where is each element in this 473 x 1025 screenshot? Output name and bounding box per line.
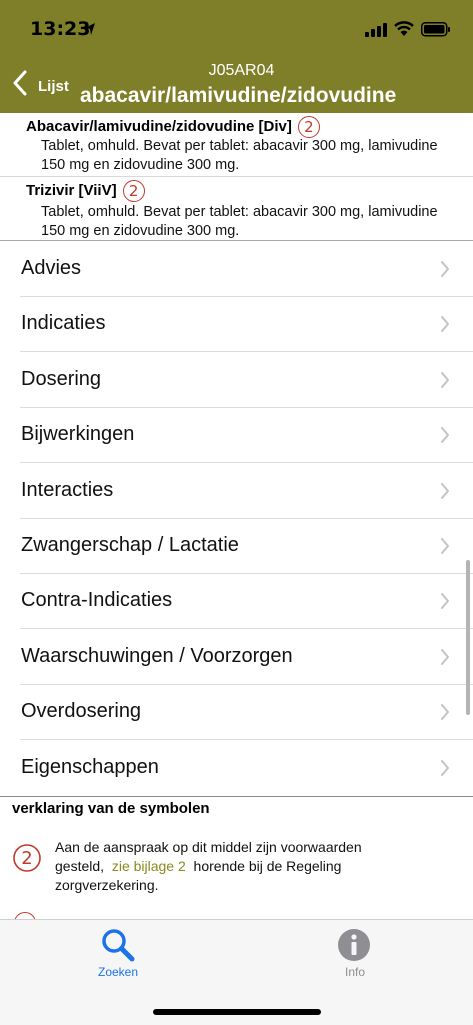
chevron-right-icon <box>441 372 449 388</box>
atc-code: J05AR04 <box>208 62 275 79</box>
product-entry: Trizivir [ViiV] 2 Tablet, omhuld. Bevat p… <box>0 177 473 240</box>
product-description: Tablet, omhuld. Bevat per tablet: abacav… <box>41 138 438 173</box>
menu-item-label: Overdosering <box>21 700 142 722</box>
menu-item-bijwerkingen[interactable]: Bijwerkingen <box>0 408 473 463</box>
legend-symbol-number: 2 <box>21 848 32 869</box>
wifi-icon <box>394 21 414 36</box>
menu-item-indicaties[interactable]: Indicaties <box>0 297 473 352</box>
menu-item-zwangerschap-lactatie[interactable]: Zwangerschap / Lactatie <box>0 519 473 574</box>
appendix-link[interactable]: zie bijlage 2 <box>112 858 186 874</box>
legend-heading: verklaring van de symbolen <box>12 800 210 817</box>
chevron-right-icon <box>441 593 449 609</box>
menu-item-label: Zwangerschap / Lactatie <box>21 534 239 556</box>
menu-item-label: Dosering <box>21 368 102 390</box>
menu-item-overdosering[interactable]: Overdosering <box>0 685 473 740</box>
chevron-right-icon <box>441 704 449 720</box>
menu-item-advies[interactable]: Advies <box>0 242 473 297</box>
status-time: 13:23 <box>30 18 91 40</box>
tab-label: Info <box>344 965 365 979</box>
menu-item-eigenschappen[interactable]: Eigenschappen <box>0 741 473 796</box>
product-name: Abacavir/lamivudine/zidovudine [Div] 2 <box>26 116 320 138</box>
divider <box>20 739 473 740</box>
menu-item-label: Bijwerkingen <box>21 423 135 445</box>
menu-item-waarschuwingen-voorzorgen[interactable]: Waarschuwingen / Voorzorgen <box>0 630 473 685</box>
menu-item-label: Waarschuwingen / Voorzorgen <box>21 645 293 667</box>
divider <box>20 351 473 352</box>
nav-header: 13:23 Lijst J05AR04 abacavir/lamivudine/… <box>0 0 473 113</box>
menu-item-label: Advies <box>21 257 82 279</box>
reimbursement-condition-icon: 2 <box>297 116 320 138</box>
search-icon <box>102 929 135 962</box>
chevron-right-icon <box>441 483 449 499</box>
divider <box>20 628 473 629</box>
chevron-right-icon <box>441 649 449 665</box>
chevron-right-icon <box>441 316 449 332</box>
chevron-right-icon <box>441 261 449 277</box>
divider <box>0 240 473 241</box>
legend-description: Aan de aanspraak op dit middel zijn voor… <box>55 839 362 893</box>
chevron-right-icon <box>441 760 449 776</box>
location-arrow-icon <box>85 23 95 35</box>
info-icon <box>338 929 370 961</box>
menu-item-label: Interacties <box>21 479 114 501</box>
product-entry: Abacavir/lamivudine/zidovudine [Div] 2 Ta… <box>0 113 473 177</box>
chevron-right-icon <box>441 427 449 443</box>
page-title: abacavir/lamivudine/zidovudine <box>80 84 397 107</box>
scroll-indicator[interactable] <box>466 560 470 715</box>
product-description: Tablet, omhuld. Bevat per tablet: abacav… <box>41 204 438 239</box>
tab-label: Zoeken <box>97 965 139 979</box>
tab-info[interactable]: Info <box>237 920 473 990</box>
menu-item-interacties[interactable]: Interacties <box>0 464 473 519</box>
menu-item-contra-indicaties[interactable]: Contra-Indicaties <box>0 574 473 629</box>
cellular-signal-icon <box>365 23 387 37</box>
chevron-right-icon <box>441 538 449 554</box>
product-name: Trizivir [ViiV] 2 <box>26 180 145 202</box>
reimbursement-condition-icon: 2 <box>13 844 41 872</box>
divider <box>20 462 473 463</box>
divider <box>0 796 473 797</box>
battery-icon <box>421 22 450 37</box>
menu-item-label: Eigenschappen <box>21 756 159 778</box>
menu-item-dosering[interactable]: Dosering <box>0 353 473 408</box>
tab-bar: Zoeken Info <box>0 919 473 1025</box>
reimbursement-condition-icon: 2 <box>122 180 145 202</box>
menu-item-label: Indicaties <box>21 312 106 334</box>
home-indicator[interactable] <box>153 1009 321 1015</box>
back-button[interactable]: Lijst <box>38 78 69 95</box>
tab-zoeken[interactable]: Zoeken <box>0 920 236 990</box>
menu-item-label: Contra-Indicaties <box>21 589 173 611</box>
